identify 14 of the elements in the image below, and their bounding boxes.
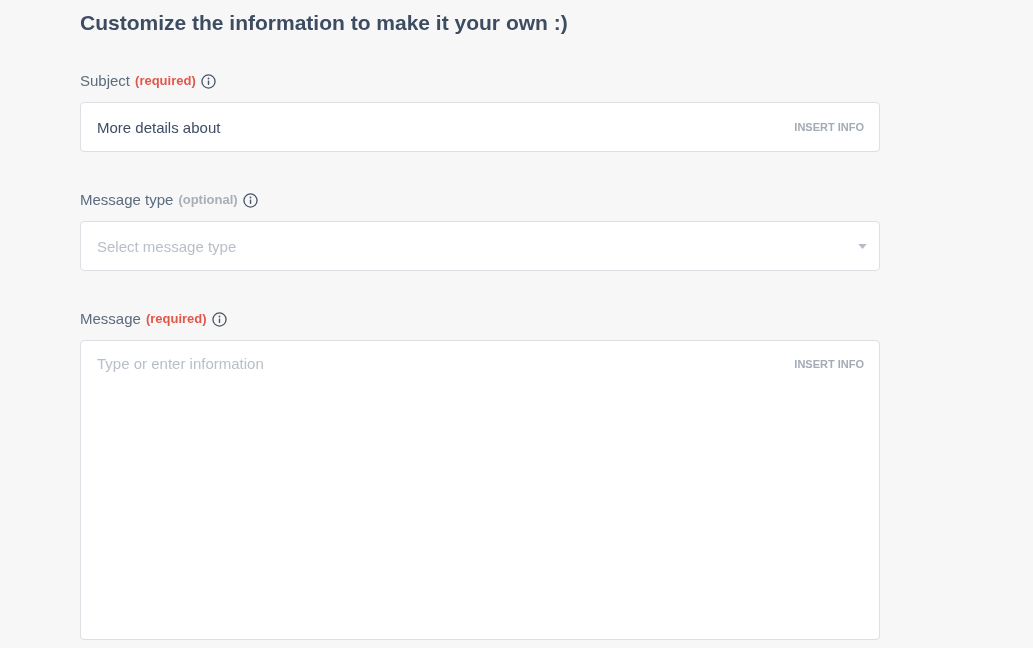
insert-info-button[interactable]: INSERT INFO	[794, 120, 864, 134]
caret-icon	[858, 243, 867, 249]
form-heading: Customize the information to make it your own :)	[80, 10, 568, 36]
field-label: Message	[80, 309, 141, 329]
insert-info-button[interactable]: INSERT INFO	[794, 357, 864, 371]
message-type-select[interactable]: Select message type	[80, 221, 880, 271]
field-tag: (required)	[145, 309, 207, 329]
field-label: Message type	[80, 190, 174, 210]
info-icon[interactable]	[200, 73, 216, 89]
info-icon[interactable]	[211, 311, 227, 327]
info-icon[interactable]	[242, 192, 258, 208]
field-tag: (optional)	[178, 190, 238, 210]
field-tag: (required)	[135, 71, 196, 91]
field-label: Subject	[80, 71, 131, 91]
